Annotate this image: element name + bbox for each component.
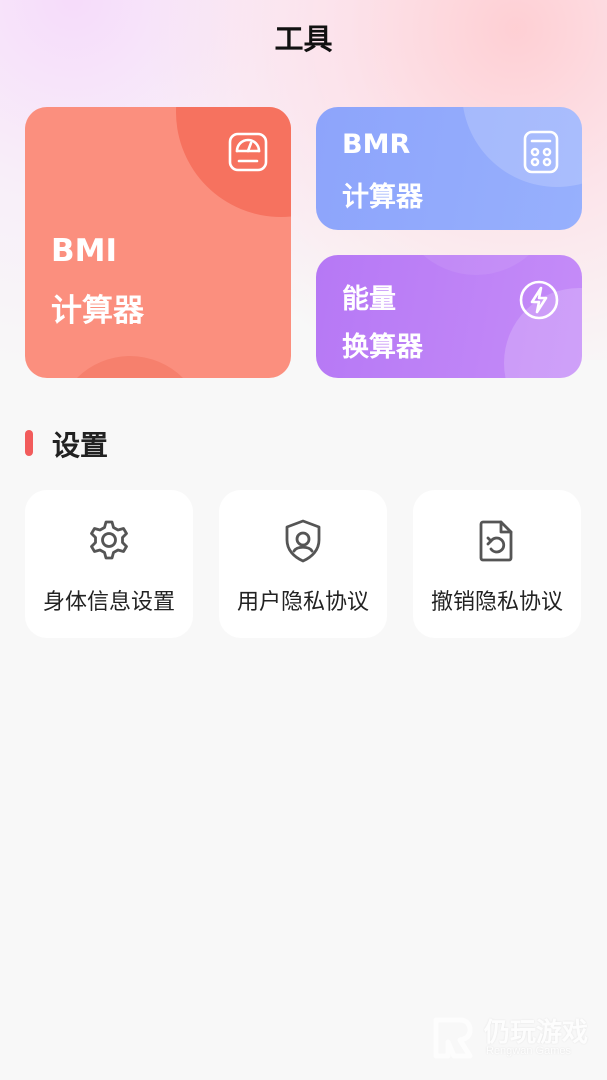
section-accent-bar [25, 430, 33, 456]
settings-section-title: 设置 [52, 429, 109, 462]
revoke-privacy-agreement-button[interactable]: 撤销隐私协议 [413, 490, 581, 638]
body-info-settings-button[interactable]: 身体信息设置 [25, 490, 193, 638]
scale-icon [227, 131, 269, 177]
watermark-logo-icon [430, 1016, 476, 1064]
decor-circle [396, 255, 556, 275]
bmr-card-title: BMR [342, 129, 411, 160]
calculator-icon [522, 129, 560, 179]
bmr-card-subtitle: 计算器 [342, 182, 423, 213]
watermark-title: 仍玩游戏 [484, 1018, 589, 1048]
user-privacy-agreement-button[interactable]: 用户隐私协议 [219, 490, 387, 638]
watermark: 仍玩游戏 Rengwan Games [430, 1012, 600, 1062]
shield-icon [281, 518, 325, 568]
page-title: 工具 [274, 22, 333, 56]
gear-icon [87, 518, 131, 566]
body-info-settings-label: 身体信息设置 [42, 590, 175, 615]
lightning-icon [518, 279, 560, 325]
decor-circle [55, 356, 205, 378]
energy-converter-card[interactable]: 能量 换算器 [316, 255, 582, 378]
bmi-calculator-card[interactable]: BMI 计算器 [25, 107, 291, 378]
revoke-document-icon [477, 518, 517, 568]
user-privacy-agreement-label: 用户隐私协议 [236, 590, 369, 615]
revoke-privacy-agreement-label: 撤销隐私协议 [430, 590, 563, 615]
energy-card-title: 能量 [342, 284, 396, 315]
bmi-card-title: BMI [51, 233, 118, 269]
bmi-card-subtitle: 计算器 [51, 293, 144, 329]
bmr-calculator-card[interactable]: BMR 计算器 [316, 107, 582, 230]
energy-card-subtitle: 换算器 [342, 332, 423, 363]
watermark-subtitle: Rengwan Games [486, 1045, 571, 1057]
